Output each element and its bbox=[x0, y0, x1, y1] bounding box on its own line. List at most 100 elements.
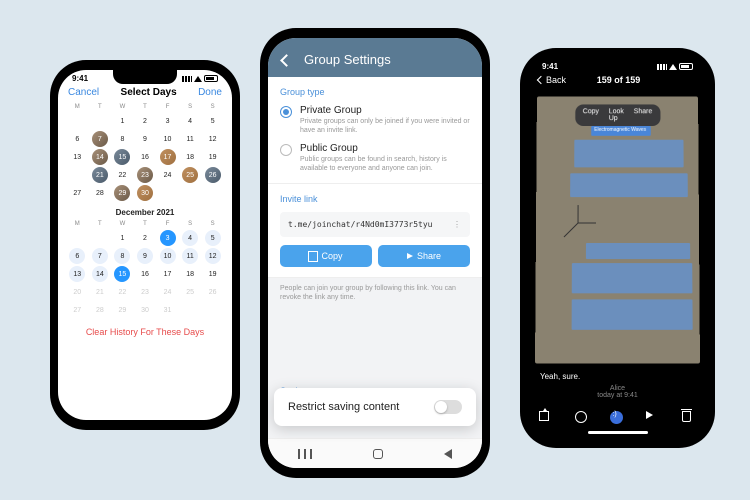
photo-viewport[interactable]: Copy Look Up Share Electromagnetic Waves bbox=[528, 89, 707, 368]
calendar-day[interactable]: 15 bbox=[114, 266, 130, 282]
calendar-day[interactable]: 4 bbox=[182, 230, 198, 246]
calendar-day[interactable] bbox=[69, 230, 85, 246]
calendar-day[interactable]: 1 bbox=[114, 113, 130, 129]
calendar-day[interactable]: 11 bbox=[182, 131, 198, 147]
calendar-day[interactable]: 25 bbox=[182, 167, 198, 183]
recents-icon[interactable] bbox=[298, 453, 312, 455]
calendar-day[interactable]: 16 bbox=[137, 149, 153, 165]
calendar-day[interactable]: 27 bbox=[69, 185, 85, 201]
calendar-day[interactable]: 23 bbox=[137, 284, 153, 300]
calendar-day[interactable]: 13 bbox=[69, 266, 85, 282]
clear-history-button[interactable]: Clear History For These Days bbox=[58, 319, 232, 345]
delete-button[interactable] bbox=[682, 411, 696, 425]
calendar-day[interactable]: 18 bbox=[182, 149, 198, 165]
calendar-day[interactable]: 31 bbox=[160, 302, 176, 318]
action-lookup[interactable]: Look Up bbox=[609, 108, 624, 122]
calendar-day[interactable] bbox=[205, 302, 221, 318]
done-button[interactable]: Done bbox=[198, 87, 222, 98]
more-icon[interactable]: ⋮ bbox=[453, 220, 462, 229]
share-button[interactable] bbox=[539, 411, 553, 425]
calendar-day[interactable]: 10 bbox=[160, 248, 176, 264]
calendar-day[interactable]: 8 bbox=[114, 131, 130, 147]
calendar-day[interactable]: 27 bbox=[69, 302, 85, 318]
save-button[interactable] bbox=[575, 411, 589, 425]
calendar-day[interactable]: 30 bbox=[137, 185, 153, 201]
calendar-day[interactable]: 7 bbox=[92, 248, 108, 264]
calendar-day[interactable]: 30 bbox=[137, 302, 153, 318]
calendar-day[interactable]: 26 bbox=[205, 284, 221, 300]
calendar-day[interactable] bbox=[69, 113, 85, 129]
back-arrow-icon[interactable] bbox=[280, 54, 292, 66]
calendar-day[interactable]: 20 bbox=[69, 284, 85, 300]
restrict-saving-row[interactable]: Restrict saving content bbox=[274, 388, 476, 426]
calendar-day[interactable]: 18 bbox=[182, 266, 198, 282]
calendar-day[interactable] bbox=[182, 302, 198, 318]
toggle-switch[interactable] bbox=[434, 400, 462, 414]
forward-button[interactable] bbox=[646, 411, 660, 425]
calendar-day[interactable]: 7 bbox=[92, 131, 108, 147]
calendar-day[interactable] bbox=[92, 113, 108, 129]
phone-calendar: 9:41 Cancel Select Days Done MTWTFSS 123… bbox=[50, 60, 240, 430]
calendar-day[interactable]: 10 bbox=[160, 131, 176, 147]
radio-icon bbox=[280, 144, 292, 156]
calendar-day[interactable]: 3 bbox=[160, 113, 176, 129]
calendar-day[interactable]: 8 bbox=[114, 248, 130, 264]
calendar-day[interactable]: 17 bbox=[160, 266, 176, 282]
calendar-day[interactable]: 2 bbox=[137, 230, 153, 246]
cancel-button[interactable]: Cancel bbox=[68, 87, 99, 98]
back-icon[interactable] bbox=[444, 449, 452, 459]
calendar-day[interactable]: 4 bbox=[182, 113, 198, 129]
calendar-day[interactable]: 21 bbox=[92, 284, 108, 300]
calendar-day[interactable]: 1 bbox=[114, 230, 130, 246]
copy-button[interactable]: Copy bbox=[280, 245, 372, 267]
action-copy[interactable]: Copy bbox=[583, 108, 599, 122]
home-icon[interactable] bbox=[373, 449, 383, 459]
calendar-day[interactable]: 14 bbox=[92, 149, 108, 165]
calendar-day[interactable]: 14 bbox=[92, 266, 108, 282]
calendar-day[interactable]: 11 bbox=[182, 248, 198, 264]
calendar-day[interactable]: 26 bbox=[205, 167, 221, 183]
calendar-day[interactable]: 2 bbox=[137, 113, 153, 129]
calendar-day[interactable]: 6 bbox=[69, 248, 85, 264]
share-button[interactable]: Share bbox=[378, 245, 470, 267]
option-private[interactable]: Private Group Private groups can only be… bbox=[280, 105, 470, 135]
calendar-day[interactable] bbox=[160, 185, 176, 201]
calendar-day[interactable]: 5 bbox=[205, 113, 221, 129]
invite-link-box[interactable]: t.me/joinchat/r4Nd0mI3773r5tyu ⋮ bbox=[280, 212, 470, 237]
calendar-day[interactable]: 24 bbox=[160, 167, 176, 183]
calendar-day[interactable]: 29 bbox=[114, 302, 130, 318]
calendar-day[interactable]: 16 bbox=[137, 266, 153, 282]
calendar-day[interactable] bbox=[205, 185, 221, 201]
calendar-day[interactable]: 29 bbox=[114, 185, 130, 201]
calendar-day[interactable]: 28 bbox=[92, 302, 108, 318]
calendar-day[interactable]: 12 bbox=[205, 131, 221, 147]
calendar-day[interactable]: 13 bbox=[69, 149, 85, 165]
calendar-day[interactable]: 19 bbox=[205, 266, 221, 282]
calendar-day[interactable]: 15 bbox=[114, 149, 130, 165]
calendar-day[interactable]: 9 bbox=[137, 131, 153, 147]
calendar-day[interactable]: 12 bbox=[205, 248, 221, 264]
calendar-day[interactable]: 17 bbox=[160, 149, 176, 165]
calendar-day[interactable]: 9 bbox=[137, 248, 153, 264]
calendar-day[interactable]: 21 bbox=[92, 167, 108, 183]
calendar-day[interactable]: 23 bbox=[137, 167, 153, 183]
calendar-day[interactable]: 22 bbox=[114, 167, 130, 183]
calendar-day[interactable]: 22 bbox=[114, 284, 130, 300]
reaction-button[interactable] bbox=[610, 411, 624, 425]
status-time: 9:41 bbox=[72, 74, 88, 83]
text-highlight bbox=[572, 299, 693, 329]
calendar-day[interactable]: 5 bbox=[205, 230, 221, 246]
calendar-day[interactable]: 3 bbox=[160, 230, 176, 246]
weekday-row: MTWTFSS bbox=[66, 102, 224, 112]
back-button[interactable]: Back bbox=[538, 75, 566, 85]
calendar-day[interactable]: 19 bbox=[205, 149, 221, 165]
calendar-day[interactable] bbox=[69, 167, 85, 183]
calendar-day[interactable]: 28 bbox=[92, 185, 108, 201]
calendar-day[interactable]: 25 bbox=[182, 284, 198, 300]
action-share[interactable]: Share bbox=[634, 108, 653, 122]
calendar-day[interactable]: 6 bbox=[69, 131, 85, 147]
calendar-day[interactable] bbox=[182, 185, 198, 201]
option-public[interactable]: Public Group Public groups can be found … bbox=[280, 143, 470, 173]
calendar-day[interactable]: 24 bbox=[160, 284, 176, 300]
calendar-day[interactable] bbox=[92, 230, 108, 246]
